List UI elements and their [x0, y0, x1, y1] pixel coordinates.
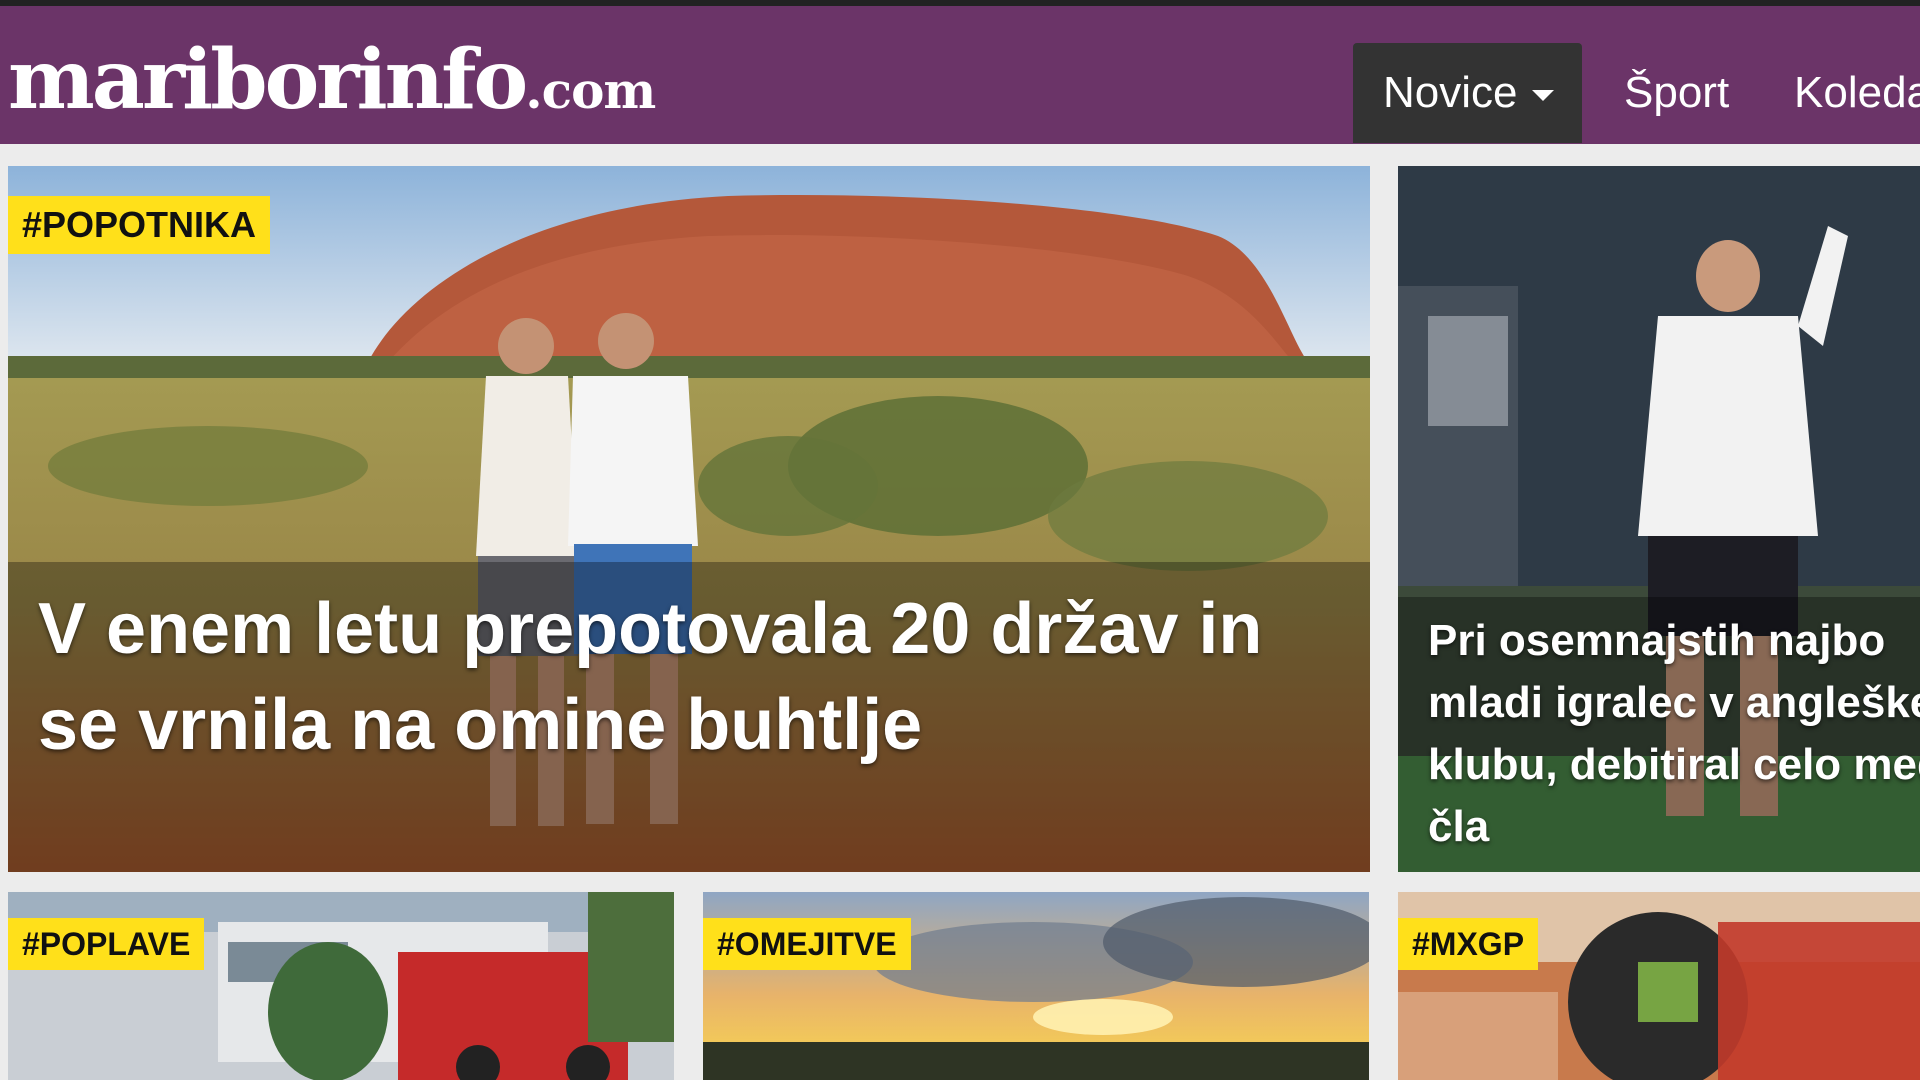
featured-article-card[interactable]: #POPOTNIKA V enem letu prepotovala 20 dr… [8, 166, 1370, 872]
nav-item-sport[interactable]: Šport [1624, 43, 1729, 143]
article-title[interactable]: Pri osemnajstih najbo mladi igralec v an… [1428, 610, 1920, 858]
nav-item-label: Šport [1624, 68, 1730, 117]
article-card[interactable]: #OMEJITVE [703, 892, 1369, 1080]
article-tag[interactable]: #POPOTNIKA [8, 196, 271, 254]
article-tag[interactable]: #POPLAVE [8, 918, 205, 970]
nav-item-koleda[interactable]: Koleda [1794, 43, 1920, 143]
article-tag[interactable]: #MXGP [1398, 918, 1539, 970]
side-article-card[interactable]: Pri osemnajstih najbo mladi igralec v an… [1398, 166, 1920, 872]
logo-tld: .com [525, 61, 656, 120]
nav-item-label: Novice [1383, 68, 1518, 117]
nav-item-novice[interactable]: Novice [1353, 43, 1582, 143]
nav-item-label: Koleda [1794, 68, 1920, 117]
article-card[interactable]: #POPLAVE [8, 892, 674, 1080]
site-logo[interactable]: mariborinfo.com [8, 32, 656, 128]
article-card[interactable]: #MXGP [1398, 892, 1920, 1080]
logo-main: mariborinfo [8, 32, 528, 128]
article-tag[interactable]: #OMEJITVE [703, 918, 911, 970]
navbar: mariborinfo.com Novice Šport Koleda [0, 6, 1920, 144]
caret-down-icon [1531, 89, 1554, 101]
article-title[interactable]: V enem letu prepotovala 20 držav in se v… [38, 581, 1288, 773]
